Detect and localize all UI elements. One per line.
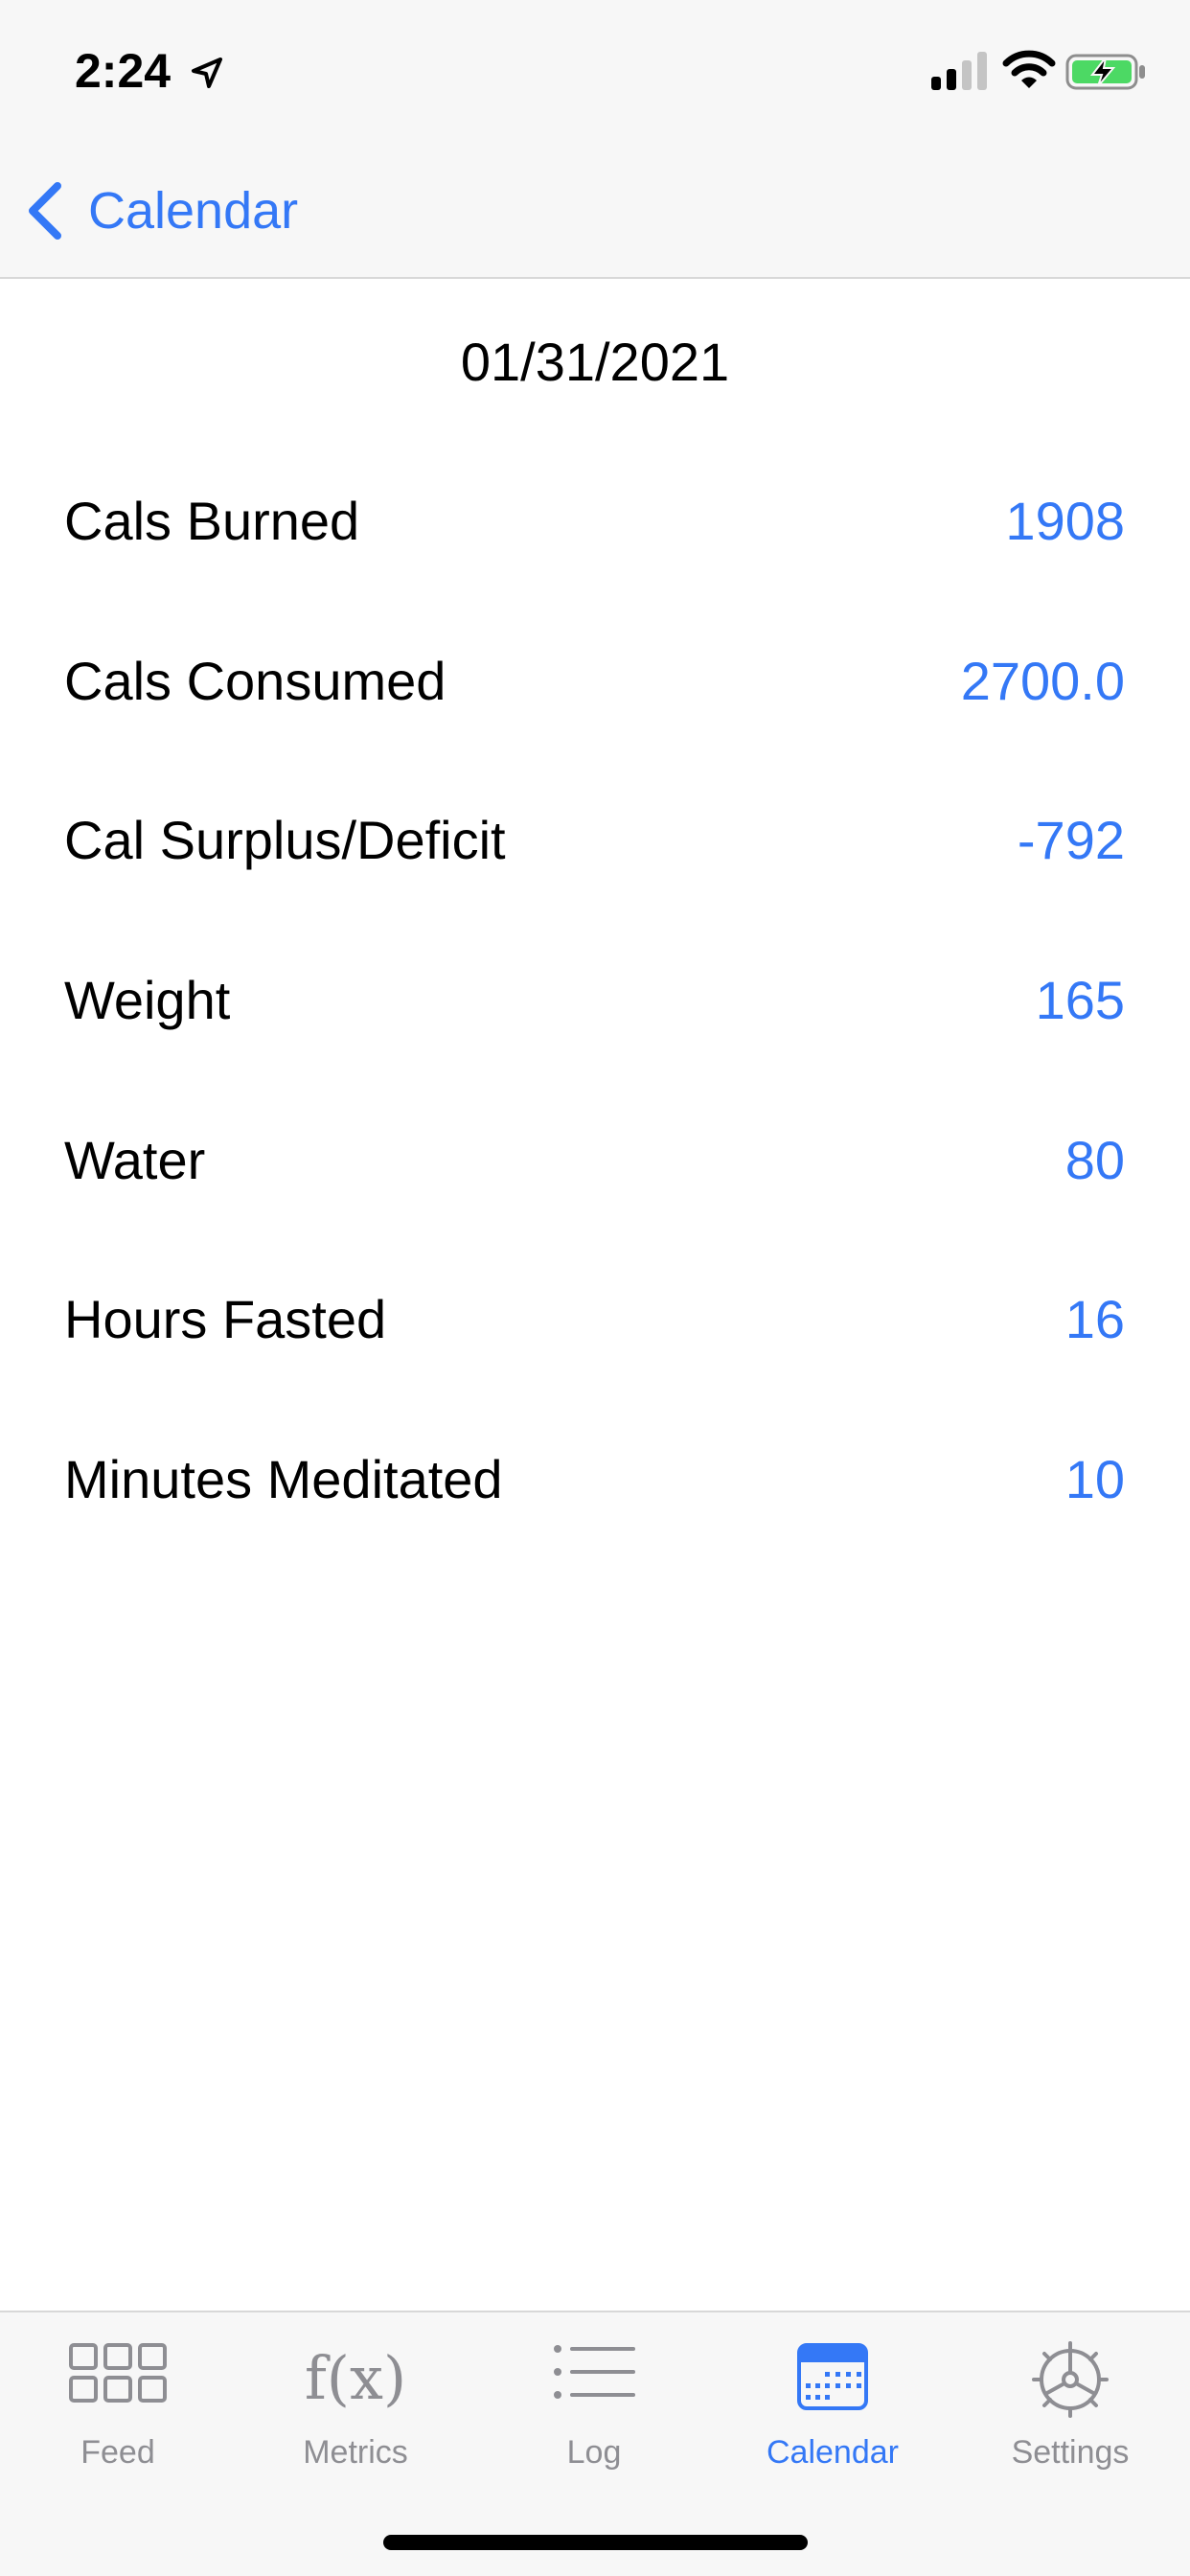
metric-label: Hours Fasted: [64, 1289, 387, 1350]
grid-icon: [69, 2343, 167, 2403]
metric-row-cal-surplus-deficit: Cal Surplus/Deficit -792: [0, 761, 1190, 921]
metric-label: Cals Consumed: [64, 650, 446, 711]
back-button-label: Calendar: [88, 182, 299, 240]
tab-log[interactable]: Log: [498, 2335, 690, 2498]
tab-metrics[interactable]: f(x) Metrics: [260, 2335, 451, 2498]
tab-label: Metrics: [303, 2434, 408, 2471]
metrics-list: Cals Burned 1908 Cals Consumed 2700.0 Ca…: [0, 442, 1190, 1559]
metric-value[interactable]: 10: [1065, 1446, 1125, 1513]
metric-row-cals-burned: Cals Burned 1908: [0, 442, 1190, 602]
tab-calendar[interactable]: Calendar: [737, 2335, 928, 2498]
cellular-signal-icon: [931, 52, 987, 90]
metric-row-water: Water 80: [0, 1080, 1190, 1240]
metric-row-cals-consumed: Cals Consumed 2700.0: [0, 602, 1190, 762]
metric-label: Water: [64, 1129, 206, 1190]
metric-row-weight: Weight 165: [0, 921, 1190, 1081]
metric-label: Minutes Meditated: [64, 1448, 503, 1509]
metric-value[interactable]: 2700.0: [961, 648, 1125, 715]
back-button[interactable]: Calendar: [23, 172, 298, 249]
status-time: 2:24: [75, 44, 172, 98]
tab-label: Calendar: [767, 2434, 899, 2471]
tab-label: Settings: [1011, 2434, 1130, 2471]
function-icon: f(x): [304, 2343, 407, 2413]
chevron-left-icon: [29, 182, 61, 240]
metric-label: Weight: [64, 970, 231, 1031]
metric-label: Cals Burned: [64, 491, 360, 552]
metric-value[interactable]: 80: [1065, 1127, 1125, 1194]
metric-row-hours-fasted: Hours Fasted 16: [0, 1240, 1190, 1400]
metric-label: Cal Surplus/Deficit: [64, 810, 506, 871]
metric-value[interactable]: 165: [1036, 967, 1125, 1034]
tab-bar: Feed f(x) Metrics Log Calendar Settings: [0, 2311, 1190, 2576]
list-icon: [554, 2345, 635, 2399]
tab-label: Feed: [80, 2434, 155, 2471]
gear-icon: [1032, 2341, 1109, 2418]
page-title-date: 01/31/2021: [460, 332, 730, 392]
wifi-icon: [1002, 50, 1056, 88]
location-arrow-icon: [192, 58, 222, 88]
tab-label: Log: [566, 2434, 622, 2471]
home-indicator[interactable]: [383, 2535, 808, 2550]
top-bar: 2:24 Calendar: [0, 0, 1190, 279]
calendar-icon: [797, 2343, 868, 2410]
metric-row-minutes-meditated: Minutes Meditated 10: [0, 1400, 1190, 1560]
metric-value[interactable]: 16: [1065, 1286, 1125, 1353]
battery-charging-icon: [1065, 54, 1145, 90]
tab-settings[interactable]: Settings: [974, 2335, 1166, 2498]
tab-feed[interactable]: Feed: [22, 2335, 214, 2498]
metric-value[interactable]: 1908: [1005, 488, 1125, 555]
metric-value[interactable]: -792: [1018, 807, 1125, 874]
